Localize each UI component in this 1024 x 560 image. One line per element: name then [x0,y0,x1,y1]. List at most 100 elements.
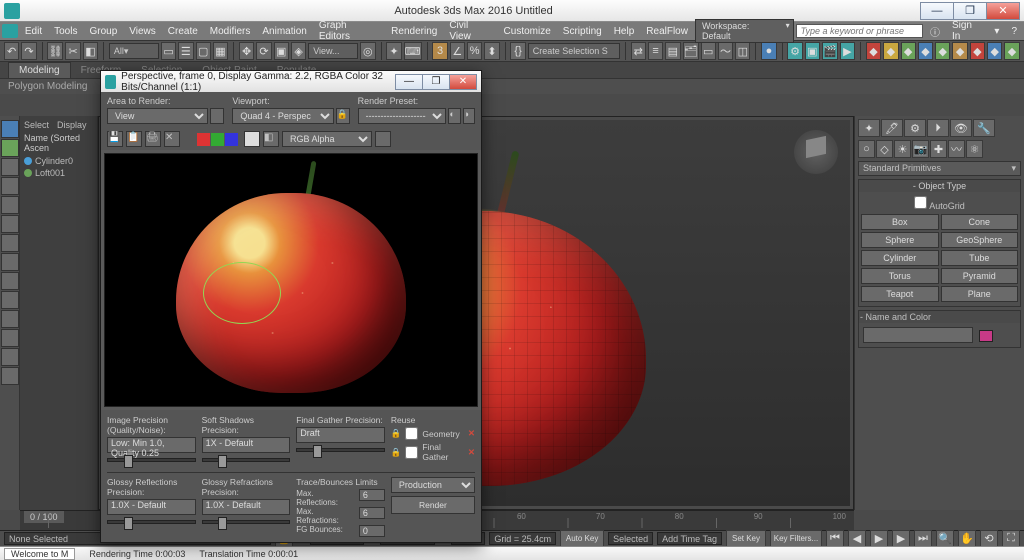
btn-plane[interactable]: Plane [941,286,1019,302]
imgprec-select[interactable]: Low: Min 1.0, Quality 0.25 [107,437,196,453]
scene-select-tab[interactable]: Select [24,120,49,130]
snap-toggle[interactable]: 3 [432,42,447,60]
search-input[interactable] [796,24,923,38]
strip-btn12[interactable] [1,329,19,347]
fgb-input[interactable] [359,525,385,537]
cat-lights[interactable]: ☀ [894,140,911,158]
nav-orbit-button[interactable]: ⟲ [980,530,998,548]
keyboard-button[interactable]: ⌨ [404,42,422,60]
spinner-snap-button[interactable]: ⬍ [484,42,499,60]
strip-btn8[interactable] [1,253,19,271]
realflow-btn7[interactable]: ◆ [970,42,985,60]
btn-geosphere[interactable]: GeoSphere [941,232,1019,248]
geom-x[interactable]: ✕ [468,428,475,439]
grefl-slider[interactable] [107,520,196,524]
signin-chevron-icon[interactable]: ▾ [989,26,1004,37]
viewport-lock[interactable]: 🔒 [336,108,350,124]
render-iter-button[interactable]: ▶ [840,42,855,60]
menu-rendering[interactable]: Rendering [386,26,442,37]
cat-cameras[interactable]: 📷 [912,140,929,158]
render-view[interactable] [104,153,478,407]
infocenter-icon[interactable]: ⓘ [925,24,945,39]
scene-explorer-button[interactable]: 🗂 [683,42,699,60]
render-close-button[interactable]: ✕ [449,74,477,90]
menu-tools[interactable]: Tools [49,26,82,37]
render-titlebar[interactable]: Perspective, frame 0, Display Gamma: 2.2… [101,71,481,92]
realflow-btn6[interactable]: ◆ [952,42,967,60]
tab-modeling[interactable]: Modeling [8,62,71,78]
setkey-button[interactable]: Set Key [726,530,766,548]
realflow-btn5[interactable]: ◆ [935,42,950,60]
render-button[interactable]: Render [391,496,475,514]
preset-btn2[interactable]: ◑ [463,108,475,124]
save-img-button[interactable]: 💾 [107,131,123,147]
workspace-select[interactable]: Workspace: Default [695,19,794,43]
align-button[interactable]: ≡ [648,42,663,60]
cmd-tab-modify[interactable]: 🖊 [881,119,903,137]
strip-btn13[interactable] [1,348,19,366]
strip-btn14[interactable] [1,367,19,385]
bind-button[interactable]: ◧ [83,42,98,60]
curve-editor-button[interactable]: ～ [718,42,733,60]
play-next-button[interactable]: ▶ [892,530,910,548]
channel-btn[interactable] [375,131,391,147]
scale-button[interactable]: ▣ [274,42,289,60]
select-rect-button[interactable]: ▢ [196,42,211,60]
render-min-button[interactable]: — [395,74,423,90]
center-button[interactable]: ◎ [360,42,375,60]
cat-systems[interactable]: ⚛ [966,140,983,158]
rendered-frame-button[interactable]: ▣ [805,42,820,60]
ribbon-polygon-modeling[interactable]: Polygon Modeling [8,81,88,92]
scene-display-tab[interactable]: Display [57,120,87,130]
menu-help[interactable]: Help [609,26,640,37]
print-button[interactable]: 🖨 [145,131,161,147]
app-menu-icon[interactable] [2,24,18,38]
nav-zoom-button[interactable]: 🔍 [936,530,954,548]
finalg-select[interactable]: Draft [296,427,385,443]
btn-tube[interactable]: Tube [941,250,1019,266]
grefr-slider[interactable] [202,520,291,524]
production-select[interactable]: Production [391,477,475,493]
imgprec-slider[interactable] [107,458,196,462]
cmd-tab-display[interactable]: 👁 [950,119,972,137]
menu-customize[interactable]: Customize [499,26,556,37]
menu-realflow[interactable]: RealFlow [641,26,693,37]
object-name-input[interactable] [863,327,973,343]
cmd-tab-hierarchy[interactable]: ⚙ [904,119,926,137]
cmd-tab-motion[interactable]: ⏵ [927,119,949,137]
keyfilters-button[interactable]: Key Filters... [770,530,822,548]
play-button[interactable]: ▶ [870,530,888,548]
strip-btn10[interactable] [1,291,19,309]
menu-edit[interactable]: Edit [20,26,47,37]
maxrefl-input[interactable] [359,489,385,501]
strip-btn6[interactable] [1,215,19,233]
editnamed-button[interactable]: {} [510,42,525,60]
nav-max-button[interactable]: ⛶ [1002,530,1020,548]
btn-cylinder[interactable]: Cylinder [861,250,939,266]
cmd-tab-create[interactable]: ✦ [858,119,880,137]
menu-group[interactable]: Group [84,26,122,37]
keymode-select[interactable]: Selected [608,532,653,545]
menu-scripting[interactable]: Scripting [558,26,607,37]
menu-create[interactable]: Create [163,26,203,37]
cat-geometry[interactable]: ○ [858,140,875,158]
window-crossing-button[interactable]: ▦ [213,42,228,60]
layers-button[interactable]: ▤ [665,42,680,60]
realflow-btn1[interactable]: ◆ [866,42,881,60]
minimize-button[interactable]: — [920,2,954,20]
btn-box[interactable]: Box [861,214,939,230]
btn-pyramid[interactable]: Pyramid [941,268,1019,284]
strip-btn11[interactable] [1,310,19,328]
cat-helpers[interactable]: ✚ [930,140,947,158]
fg-x[interactable]: ✕ [468,447,475,458]
menu-animation[interactable]: Animation [257,26,311,37]
autogrid-checkbox[interactable] [914,196,927,209]
refcoord-select[interactable]: View... [308,43,358,59]
lock-geom-icon[interactable]: 🔒 [391,428,402,439]
undo-button[interactable]: ↶ [4,42,19,60]
finalg-slider[interactable] [296,448,385,452]
named-selection[interactable]: Create Selection S [528,43,620,59]
cat-shapes[interactable]: ◇ [876,140,893,158]
softsh-select[interactable]: 1X - Default [202,437,291,453]
strip-btn4[interactable] [1,177,19,195]
